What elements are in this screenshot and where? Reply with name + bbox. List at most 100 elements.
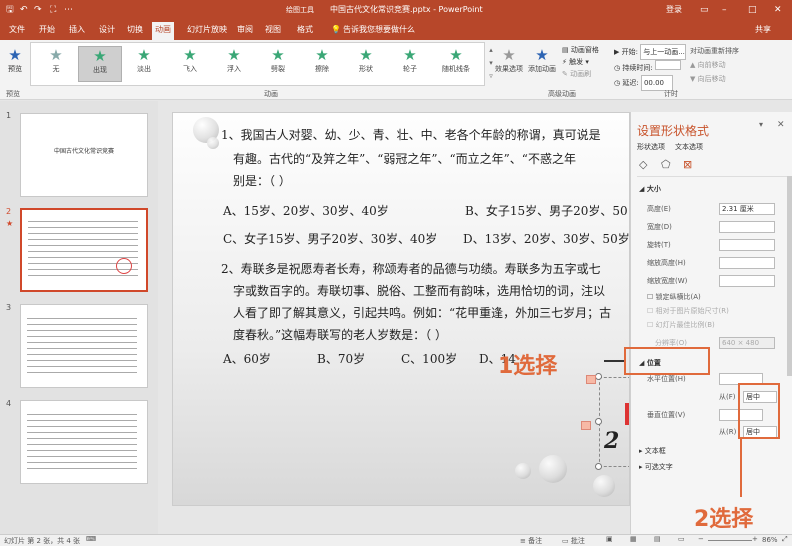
spellcheck-icon[interactable]: ⌨: [86, 535, 96, 543]
best-scale-label: 幻灯片最佳比例(B): [655, 321, 715, 329]
slide-thumbnail-4[interactable]: [20, 400, 148, 484]
ribbon-display-icon[interactable]: ▭: [700, 3, 709, 17]
resize-handle[interactable]: [595, 373, 602, 380]
horizontal-position-label: 水平位置(H): [647, 375, 686, 383]
question-2-line: 字或数百字的。寿联切事、脱俗、工整而有韵味，选用恰切的词，注以: [233, 284, 606, 298]
customize-icon[interactable]: ⋯: [64, 3, 73, 17]
effect-wipe[interactable]: ★ 擦除: [300, 46, 344, 82]
best-scale-checkbox[interactable]: ☐ 幻灯片最佳比例(B): [647, 320, 715, 330]
slide-canvas[interactable]: 1、我国古人对婴、幼、少、青、壮、中、老各个年龄的称谓，真可说是 有趣。古代的“…: [172, 112, 630, 506]
effect-label: 擦除: [315, 65, 329, 73]
comments-button[interactable]: ▭ 批注: [562, 536, 585, 546]
fit-slide-icon[interactable]: ⤢: [782, 535, 788, 544]
notes-label: 备注: [528, 537, 543, 545]
tab-review[interactable]: 审阅: [234, 24, 256, 36]
save-icon[interactable]: 🖫: [6, 3, 14, 17]
maximize-icon[interactable]: □: [748, 3, 757, 17]
alt-text-section-header[interactable]: ▸ 可选文字: [639, 462, 673, 472]
tab-file[interactable]: 文件: [6, 24, 28, 36]
zoom-in-icon[interactable]: +: [752, 535, 758, 543]
tab-shape-options[interactable]: 形状选项: [637, 142, 665, 152]
effect-split[interactable]: ★ 劈裂: [256, 46, 300, 82]
pane-scrollbar[interactable]: [787, 176, 792, 376]
start-select[interactable]: 与上一动画...: [640, 44, 687, 60]
slideshow-view-icon[interactable]: ▭: [678, 535, 685, 543]
rotation-input[interactable]: [719, 239, 775, 251]
add-animation-button[interactable]: ★ 添加动画: [526, 46, 558, 82]
reading-view-icon[interactable]: ▤: [654, 535, 661, 543]
add-animation-label: 添加动画: [528, 65, 556, 73]
tell-me-box[interactable]: 告诉我您想要做什么: [340, 24, 418, 36]
timing-group: ▶ 开始: 与上一动画... ◷ 持续时间: ◷ 延迟: 00.00: [614, 44, 687, 91]
slide-thumbnail-1[interactable]: 中国古代文化常识竞赛: [20, 113, 148, 197]
from2-label: 从(R): [719, 428, 737, 436]
tab-design[interactable]: 设计: [96, 24, 118, 36]
minimize-icon[interactable]: –: [722, 3, 727, 17]
tab-home[interactable]: 开始: [36, 24, 58, 36]
resize-handle[interactable]: [595, 463, 602, 470]
redo-icon[interactable]: ↷: [34, 3, 42, 17]
sorter-view-icon[interactable]: ▦: [630, 535, 637, 543]
fill-line-icon[interactable]: ◇: [639, 158, 647, 171]
scale-height-label: 缩放高度(H): [647, 259, 686, 267]
present-icon[interactable]: ⛶: [50, 3, 56, 17]
effect-random-bars[interactable]: ★ 随机线条: [434, 46, 478, 82]
relative-original-checkbox[interactable]: ☐ 相对于图片原始尺寸(R): [647, 306, 729, 316]
preview-button[interactable]: ★ 预览: [4, 46, 26, 74]
resolution-select[interactable]: 640 × 480: [719, 337, 775, 349]
scale-height-input[interactable]: [719, 257, 775, 269]
highlight-box-position: [624, 347, 710, 375]
slide-thumbnail-2[interactable]: [20, 208, 148, 292]
effect-float-in[interactable]: ★ 浮入: [212, 46, 256, 82]
size-section-header[interactable]: ◢ 大小: [639, 184, 661, 194]
effect-fly-in[interactable]: ★ 飞入: [168, 46, 212, 82]
notes-button[interactable]: ≡ 备注: [520, 536, 542, 546]
scale-width-input[interactable]: [719, 275, 775, 287]
effects-icon[interactable]: ⬠: [661, 158, 671, 171]
water-drop: [593, 475, 615, 497]
effect-options-label: 效果选项: [495, 65, 523, 73]
duration-input[interactable]: [654, 60, 681, 70]
effect-options-button[interactable]: ★ 效果选项: [494, 46, 524, 82]
water-drop: [539, 455, 567, 483]
option-c: C、100岁: [401, 352, 458, 366]
anim-painter-button[interactable]: ✎ 动画刷: [562, 68, 599, 80]
trigger-button[interactable]: ⚡ 触发 ▾: [562, 56, 599, 68]
height-input[interactable]: 2.31 厘米: [719, 203, 775, 215]
lock-ratio-checkbox[interactable]: ☐ 锁定纵横比(A): [647, 292, 701, 302]
effect-shape[interactable]: ★ 形状: [344, 46, 388, 82]
undo-icon[interactable]: ↶: [20, 3, 28, 17]
resize-handle[interactable]: [595, 418, 602, 425]
zoom-slider[interactable]: [708, 540, 752, 541]
tab-slideshow[interactable]: 幻灯片放映: [184, 24, 230, 36]
tab-format[interactable]: 格式: [294, 24, 316, 36]
pane-dropdown-icon[interactable]: ▾: [759, 120, 763, 129]
effect-none[interactable]: ★ 无: [34, 46, 78, 82]
tab-insert[interactable]: 插入: [66, 24, 88, 36]
slide-thumbnail-3[interactable]: [20, 304, 148, 388]
close-icon[interactable]: ✕: [774, 3, 782, 17]
anim-pane-button[interactable]: ▤ 动画窗格: [562, 44, 599, 56]
zoom-out-icon[interactable]: −: [698, 535, 704, 543]
tab-text-options[interactable]: 文本选项: [675, 142, 703, 152]
tab-animations[interactable]: 动画: [152, 22, 174, 40]
effect-appear[interactable]: ★ 出现: [78, 46, 122, 82]
move-earlier-button[interactable]: ▲ 向前移动: [690, 58, 739, 72]
effect-options-icon: ★: [502, 46, 516, 64]
move-later-button[interactable]: ▼ 向后移动: [690, 72, 739, 86]
effect-fade[interactable]: ★ 淡出: [122, 46, 166, 82]
zoom-level[interactable]: 86%: [762, 536, 778, 544]
pane-close-icon[interactable]: ✕: [777, 120, 785, 130]
width-input[interactable]: [719, 221, 775, 233]
size-properties-icon[interactable]: ⊠: [683, 158, 692, 171]
login-link[interactable]: 登录: [666, 3, 682, 17]
tab-view[interactable]: 视图: [262, 24, 284, 36]
normal-view-icon[interactable]: ▣: [606, 535, 613, 543]
pane-title: 设置形状格式: [637, 124, 710, 138]
textbox-section-header[interactable]: ▸ 文本框: [639, 446, 666, 456]
tab-transitions[interactable]: 切换: [124, 24, 146, 36]
effect-wheel[interactable]: ★ 轮子: [388, 46, 432, 82]
trigger-label: 触发: [569, 58, 584, 66]
share-button[interactable]: 共享: [752, 24, 774, 36]
appear-star-icon: ★: [93, 47, 107, 65]
